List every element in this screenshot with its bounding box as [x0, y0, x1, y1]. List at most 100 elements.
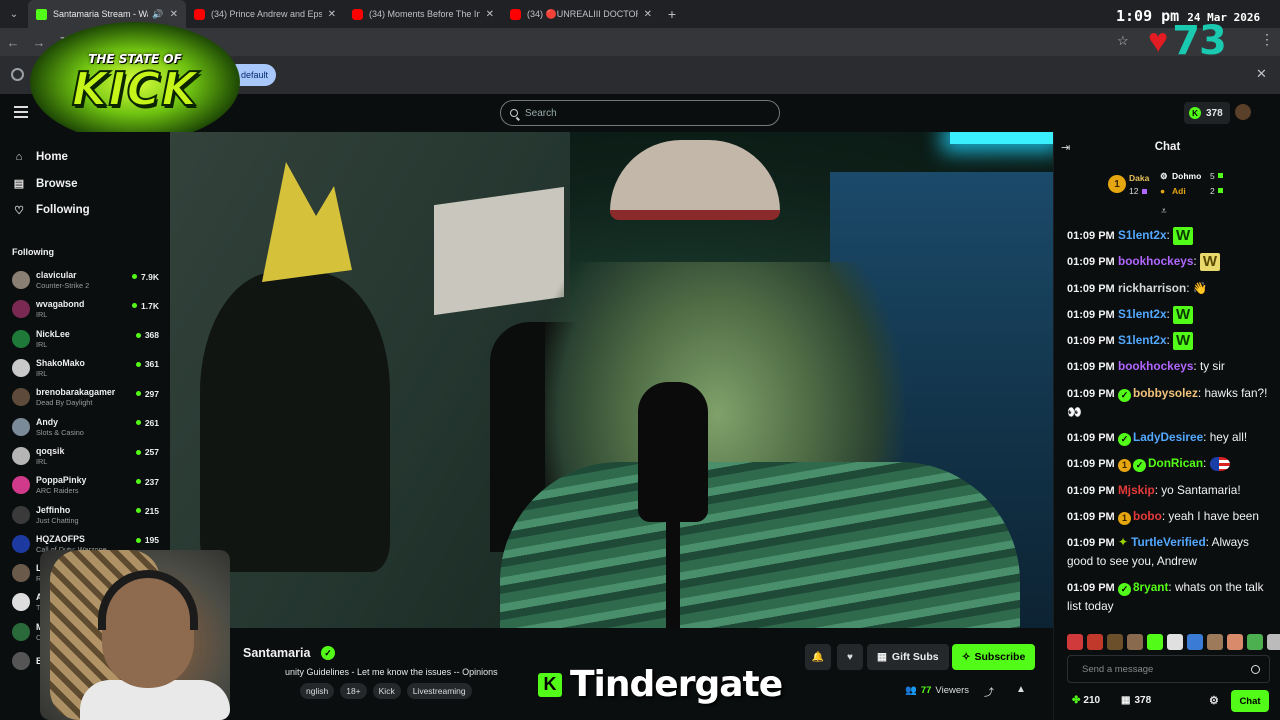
verified-badge-icon: ✓ [1117, 433, 1131, 447]
back-icon[interactable]: ← [0, 35, 26, 50]
gift-subs-button[interactable]: ▦ Gift Subs [867, 644, 949, 670]
chat-message: 01:09 PM bookhockeys: ty sir [1067, 359, 1225, 374]
speaker-icon[interactable]: 🔊 [152, 9, 163, 20]
viewer-count: 368 [144, 330, 159, 341]
new-tab-button[interactable]: + [660, 6, 684, 22]
following-category: Just Chatting [36, 515, 79, 525]
star-badge-icon: ✦ [1117, 535, 1128, 550]
notification-bell-button[interactable]: 🔔 [805, 644, 831, 670]
emote-icon[interactable] [1147, 634, 1163, 650]
emote-icon[interactable] [1187, 634, 1203, 650]
tag[interactable]: 18+ [340, 683, 367, 699]
following-category: IRL [36, 339, 48, 349]
browser-menu-icon[interactable]: ⋮ [1260, 31, 1274, 48]
live-viewers: 297 [135, 389, 159, 399]
following-item[interactable]: wvagabond IRL 1.7K [0, 295, 170, 324]
message-username[interactable]: bookhockeys [1118, 254, 1193, 268]
emote-icon[interactable] [1107, 634, 1123, 650]
nav-following[interactable]: ♡ Following [0, 197, 170, 224]
bookmark-star-icon[interactable]: ☆ [1117, 33, 1129, 49]
emote-icon[interactable] [1247, 634, 1263, 650]
pinned-expand-icon[interactable]: ⩡ [1161, 206, 1167, 217]
following-item[interactable]: clavicular Counter-Strike 2 7.9K [0, 266, 170, 295]
following-item[interactable]: Andy Slots & Casino 261 [0, 412, 170, 441]
chat-message-input[interactable]: Send a message [1067, 655, 1270, 683]
chat-settings-icon[interactable]: ⚙ [1209, 694, 1219, 707]
follow-heart-button[interactable]: ♥ [837, 644, 863, 670]
gift-leaderboard[interactable]: 1 Daka 12 ⚙ Dohmo 5 ● Adi 2 [1108, 169, 1268, 203]
following-item[interactable]: ShakoMako IRL 361 [0, 353, 170, 382]
tab-close-icon[interactable]: ✕ [644, 9, 652, 20]
message-text: yo Santamaria! [1161, 482, 1241, 497]
message-username[interactable]: bobo [1133, 509, 1162, 523]
kicks-balance-button[interactable]: K 378 [1184, 102, 1230, 124]
subscribe-button[interactable]: ✧ Subscribe [952, 644, 1035, 670]
following-text: NickLee IRL [36, 329, 70, 349]
live-dot-icon [135, 449, 141, 455]
nav-browse[interactable]: ▤ Browse [0, 171, 170, 198]
tag[interactable]: Livestreaming [406, 683, 472, 699]
message-username[interactable]: rickharrison [1118, 281, 1186, 295]
heart-icon: ♥ [1148, 22, 1169, 60]
following-name: ShakoMako [36, 358, 85, 369]
message-username[interactable]: TurtleVerified [1131, 535, 1206, 549]
nav-label: Following [36, 204, 90, 217]
search-input[interactable]: Search [500, 100, 780, 126]
gifter-badge-icon: 1 [1117, 459, 1131, 473]
following-item[interactable]: brenobarakagamer Dead By Daylight 297 [0, 383, 170, 412]
emote-icon[interactable] [1067, 634, 1083, 650]
tab[interactable]: (34) 🔴UNREALIII DOCTOR TH ✕ [502, 0, 660, 28]
tag[interactable]: Kick [372, 683, 401, 699]
menu-icon[interactable] [14, 106, 28, 118]
gifter-badge-icon: 1 [1117, 511, 1131, 525]
following-text: Jeffinho Just Chatting [36, 505, 79, 525]
message-username[interactable]: 8ryant [1133, 580, 1168, 594]
emote-icon[interactable] [1127, 634, 1143, 650]
wall-mural [200, 272, 390, 572]
tab-close-icon[interactable]: ✕ [486, 9, 494, 20]
sub-count-value: 378 [1134, 695, 1152, 706]
chat-message: 01:09 PM ✓ bobbysolez: hawks fan?! 👀 [1067, 385, 1268, 419]
infobar-close-icon[interactable]: ✕ [1256, 66, 1267, 82]
message-username[interactable]: bookhockeys [1118, 359, 1193, 373]
message-username[interactable]: bobbysolez [1133, 386, 1198, 400]
send-chat-button[interactable]: Chat [1231, 690, 1269, 712]
emote-icon[interactable] [1087, 634, 1103, 650]
tab-close-icon[interactable]: ✕ [328, 9, 336, 20]
emote-icon[interactable] [1167, 634, 1183, 650]
following-category: IRL [36, 310, 48, 320]
emote-icon[interactable] [1207, 634, 1223, 650]
tab-search-icon[interactable]: ⌄ [0, 0, 28, 28]
following-name: HQZAOFPS [36, 533, 85, 544]
sub-count[interactable]: ▦ 378 [1121, 695, 1151, 706]
channel-points[interactable]: ✤ 210 [1072, 695, 1100, 706]
emote-icon[interactable] [1227, 634, 1243, 650]
message-username[interactable]: S1lent2x [1118, 333, 1167, 347]
following-item[interactable]: NickLee IRL 368 [0, 324, 170, 353]
message-username[interactable]: LadyDesiree [1133, 430, 1203, 444]
share-icon[interactable]: ⤴ [984, 684, 994, 699]
chat-message: 01:09 PM Mjskip: yo Santamaria! [1067, 482, 1241, 497]
verified-badge-icon: ✓ [1117, 582, 1131, 596]
message-username[interactable]: DonRican [1148, 456, 1203, 470]
message-username[interactable]: Mjskip [1118, 483, 1155, 497]
emote-icon[interactable] [1267, 634, 1280, 650]
tab-close-icon[interactable]: ✕ [170, 9, 178, 20]
nav-home[interactable]: ⌂ Home [0, 144, 170, 171]
following-item[interactable]: qoqsik IRL 257 [0, 441, 170, 470]
tag[interactable]: nglish [300, 683, 335, 699]
viewer-count: 257 [144, 447, 159, 458]
message-username[interactable]: S1lent2x [1118, 307, 1167, 321]
following-item[interactable]: PoppaPinky ARC Raiders 237 [0, 471, 170, 500]
message-username[interactable]: S1lent2x [1118, 228, 1167, 242]
tab[interactable]: (34) Moments Before The Intern ✕ [344, 0, 502, 28]
video-player[interactable] [170, 132, 1053, 628]
live-viewers: 361 [135, 359, 159, 369]
streamer-name[interactable]: Santamaria [243, 646, 310, 660]
live-viewers: 237 [135, 477, 159, 487]
user-avatar[interactable] [1235, 104, 1251, 120]
emoji-icon[interactable] [1251, 665, 1260, 674]
report-icon[interactable]: ▲ [1016, 684, 1026, 695]
following-item[interactable]: Jeffinho Just Chatting 215 [0, 500, 170, 529]
live-viewers: 261 [135, 418, 159, 428]
